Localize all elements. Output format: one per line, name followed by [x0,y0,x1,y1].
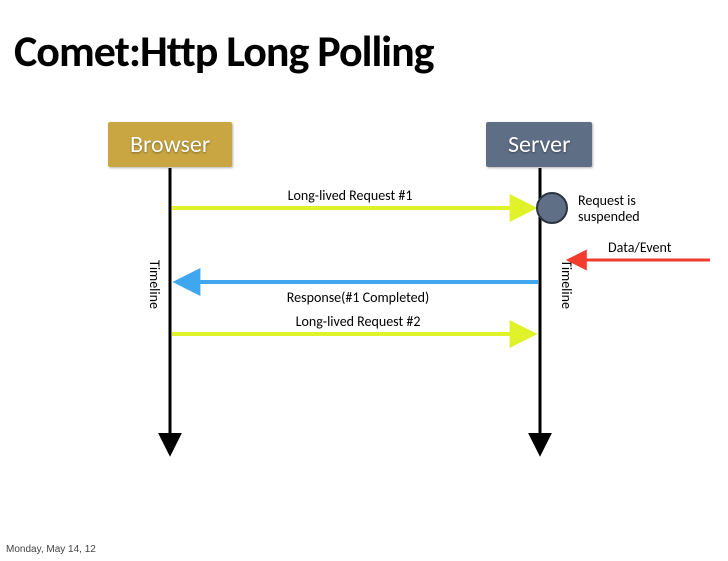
response1-label: Response(#1 Completed) [287,289,429,306]
request2-label: Long-lived Request #2 [296,313,421,330]
request1-label: Long-lived Request #1 [288,187,413,204]
diagram-canvas: Timeline Timeline Long-lived Request #1 … [0,0,728,561]
data-event-label: Data/Event [608,239,672,256]
suspended-label-line2: suspended [578,208,640,225]
suspended-node-icon [537,193,567,223]
suspended-label-line1: Request is [578,192,636,209]
server-timeline-label: Timeline [558,260,575,309]
browser-timeline-label: Timeline [146,260,163,309]
footer-date: Monday, May 14, 12 [6,544,96,555]
